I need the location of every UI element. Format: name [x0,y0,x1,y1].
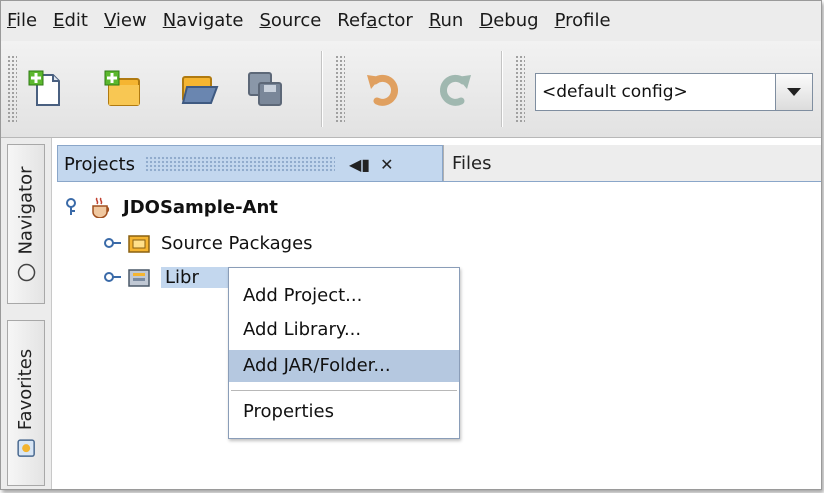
tab-files-label: Files [452,152,492,174]
menu-run[interactable]: Run [423,1,474,41]
menu-item-add-library[interactable]: Add Library... [229,314,459,346]
menu-item-add-jar-folder[interactable]: Add JAR/Folder... [229,350,459,382]
context-menu: Add Project... Add Library... Add JAR/Fo… [228,267,460,439]
favorites-icon [17,438,35,457]
minimize-icon[interactable]: ◀▮ [349,155,370,174]
panel-tab-row: Projects ◀▮ ✕ Files [57,145,821,182]
undo-icon [367,74,398,106]
toolbar-grip[interactable] [335,55,345,123]
navigator-label: Navigator [15,165,37,255]
tab-projects[interactable]: Projects ◀▮ ✕ [57,145,443,182]
dropdown-arrow-button[interactable] [775,74,812,110]
menu-item-properties[interactable]: Properties [229,396,459,428]
menu-debug[interactable]: Debug [473,1,548,41]
navigator-tab[interactable]: Navigator [7,144,45,304]
menu-source[interactable]: Source [253,1,331,41]
project-name: JDOSample-Ant [123,196,278,218]
menu-navigate[interactable]: Navigate [157,1,254,41]
expanded-node-handle-icon[interactable] [65,197,85,217]
toolbar-grip[interactable] [515,55,525,123]
config-value: <default config> [542,82,688,102]
new-file-icon [28,70,60,106]
close-icon[interactable]: ✕ [380,155,393,174]
source-packages-icon [128,235,150,253]
menu-refactor[interactable]: Refactor [331,1,423,41]
source-packages-label: Source Packages [161,232,313,254]
compass-icon [17,263,35,281]
favorites-tab[interactable]: Favorites [7,320,45,486]
menu-bar: File Edit View Navigate Source Refactor … [1,1,821,41]
menu-file[interactable]: File [1,1,47,41]
config-dropdown[interactable]: <default config> [535,73,813,111]
new-file-button[interactable] [25,67,69,111]
side-strip: Navigator Favorites [1,138,52,489]
toolbar-grip[interactable] [7,55,17,123]
menu-edit[interactable]: Edit [47,1,98,41]
tab-projects-label: Projects [64,153,135,175]
favorites-label: Favorites [15,348,37,430]
menu-item-add-project[interactable]: Add Project... [229,280,459,312]
libraries-icon [128,269,150,287]
save-all-button[interactable] [243,67,287,111]
open-project-button[interactable] [177,67,221,111]
redo-icon [440,74,471,106]
menu-profile[interactable]: Profile [549,1,621,41]
collapsed-node-handle-icon[interactable] [103,267,123,287]
save-all-icon [248,72,282,106]
new-project-button[interactable] [101,67,145,111]
tab-files[interactable]: Files [443,145,821,181]
menu-separator [231,390,457,391]
open-project-icon [181,76,219,104]
toolbar-separator [321,51,323,127]
toolbar: <default config> [1,41,821,138]
redo-button[interactable] [433,67,477,111]
coffee-cup-icon [92,197,110,218]
tree-node-project[interactable]: JDOSample-Ant [65,192,278,222]
ide-window: File Edit View Navigate Source Refactor … [0,0,822,490]
chevron-down-icon [787,88,801,96]
menu-view[interactable]: View [98,1,157,41]
collapsed-node-handle-icon[interactable] [103,233,123,253]
undo-button[interactable] [361,67,405,111]
tab-drag-handle[interactable] [144,156,335,172]
tree-node-source-packages[interactable]: Source Packages [103,228,313,258]
toolbar-separator [501,51,503,127]
new-project-icon [104,70,140,106]
